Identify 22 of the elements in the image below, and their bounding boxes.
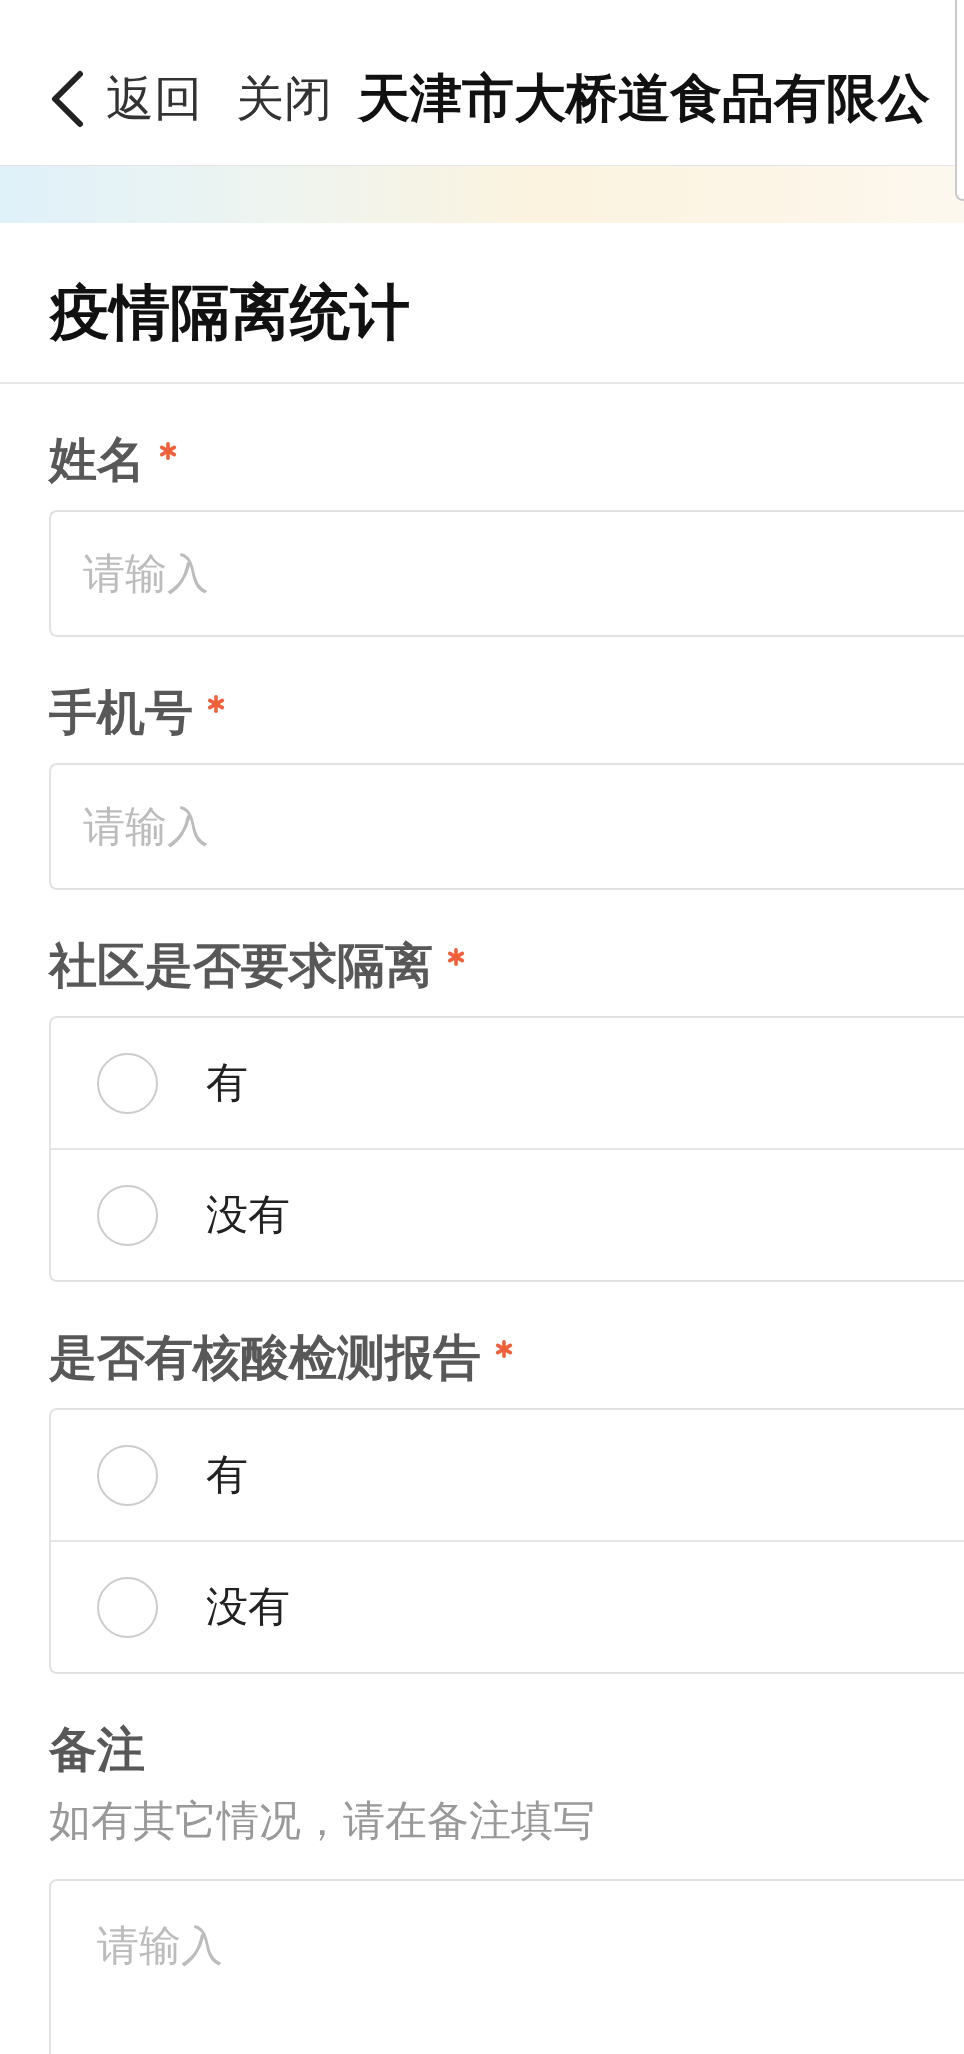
field-label: 备注 (49, 1725, 145, 1773)
field-label: 是否有核酸检测报告 (49, 1333, 481, 1381)
radio-button[interactable] (97, 1052, 158, 1114)
field-label: 姓名 (49, 435, 145, 483)
close-button[interactable]: 关闭 (236, 72, 332, 125)
input-field[interactable]: 请输入 (49, 510, 964, 637)
radio-option[interactable]: 没有 (51, 1148, 964, 1280)
back-button[interactable]: 返回 (50, 69, 202, 128)
textarea-field[interactable]: 请输入 (49, 1879, 964, 2054)
radio-option[interactable]: 没有 (51, 1540, 964, 1672)
back-chevron-icon (50, 69, 84, 128)
radio-button[interactable] (97, 1576, 158, 1638)
page-title: 天津市大桥道食品有限公 (358, 69, 930, 128)
radio-option[interactable]: 有 (51, 1410, 964, 1540)
field-label: 手机号 (49, 688, 193, 736)
radio-button[interactable] (97, 1444, 158, 1506)
field-label: 社区是否要求隔离 (49, 941, 433, 989)
radio-option[interactable]: 有 (51, 1018, 964, 1148)
field-hint: 如有其它情况，请在备注填写 (49, 1797, 595, 1845)
form-title: 疫情隔离统计 (50, 275, 410, 348)
input-field[interactable]: 请输入 (49, 763, 964, 890)
radio-button[interactable] (97, 1184, 158, 1246)
